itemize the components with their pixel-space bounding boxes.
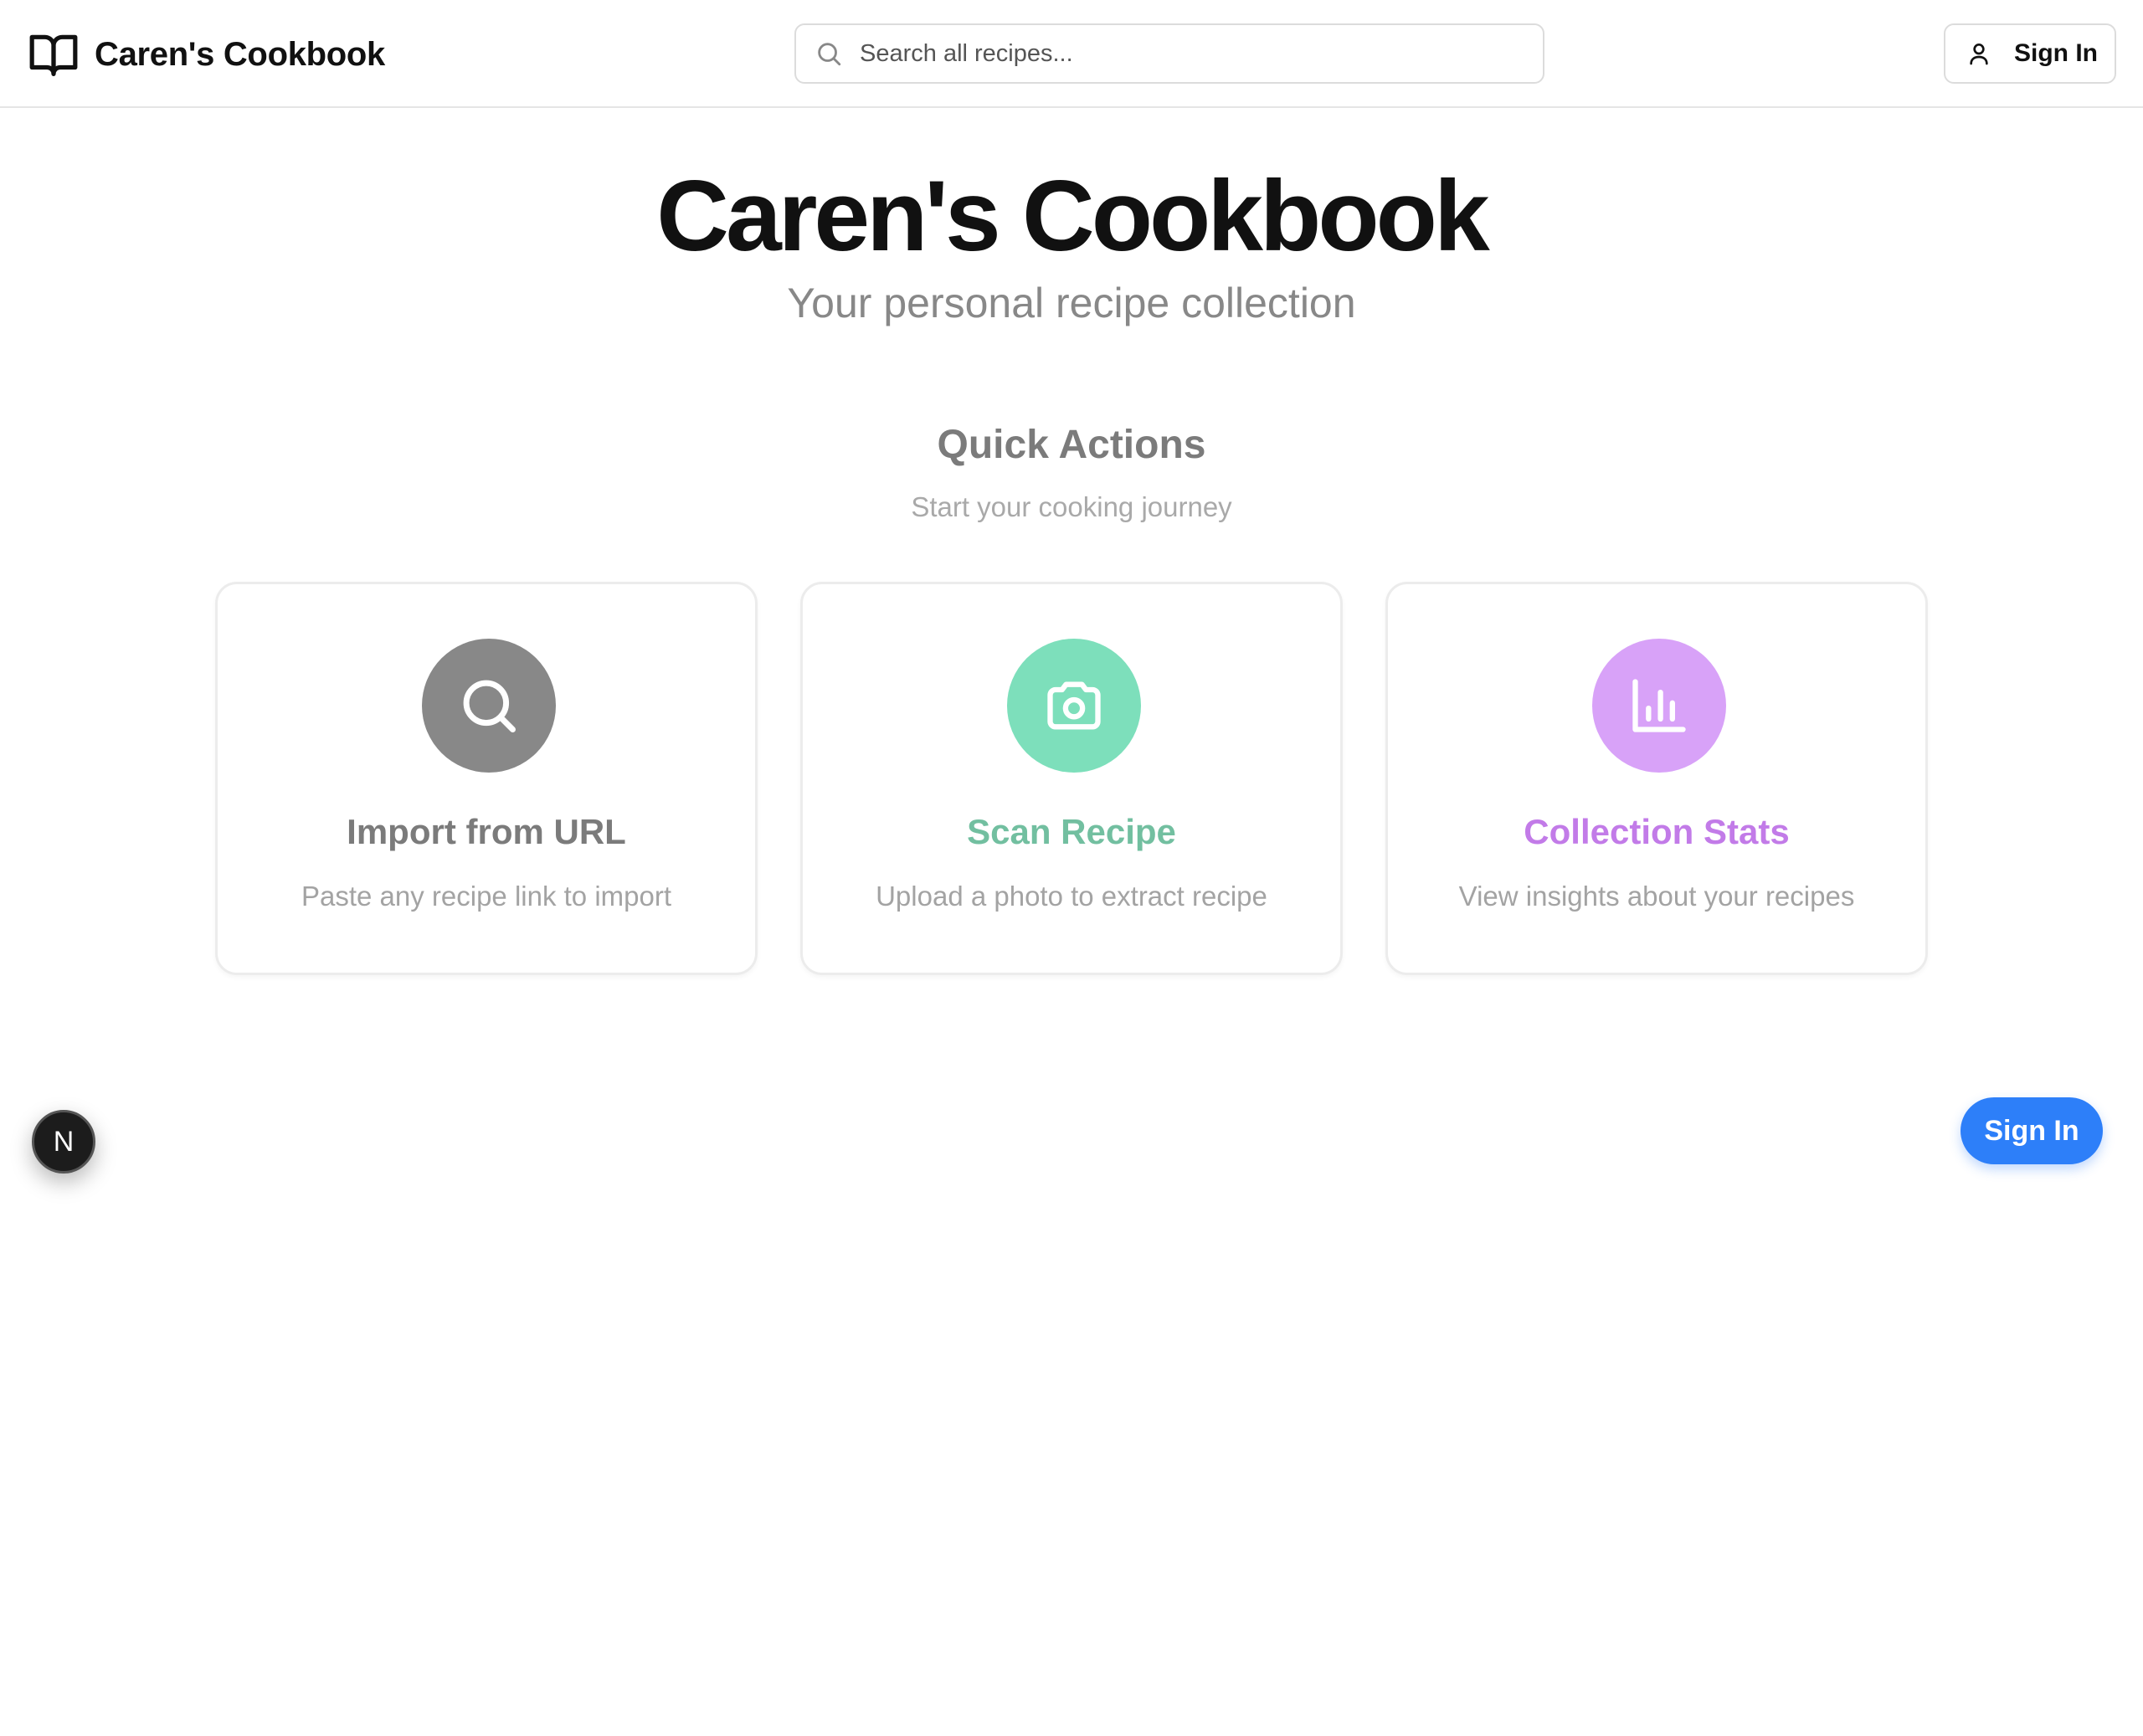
page-title: Caren's Cookbook [656, 160, 1489, 272]
scan-icon-circle [1007, 639, 1141, 773]
card-title: Collection Stats [1524, 812, 1790, 851]
brand-name: Caren's Cookbook [95, 35, 385, 73]
search-icon [818, 43, 841, 66]
dev-tools-badge[interactable]: N [32, 1110, 95, 1174]
import-from-url-card[interactable]: Import from URL Paste any recipe link to… [215, 582, 758, 975]
card-description: Upload a photo to extract recipe [876, 881, 1267, 912]
quick-actions-heading: Quick Actions [937, 423, 1206, 467]
user-icon [1970, 44, 1988, 65]
card-description: View insights about your recipes [1458, 881, 1855, 912]
top-nav-bar: Caren's Cookbook Sign In [0, 0, 2143, 108]
card-description: Paste any recipe link to import [301, 881, 672, 912]
sign-in-label: Sign In [2014, 39, 2098, 67]
camera-icon [1047, 681, 1101, 730]
search-input[interactable] [860, 39, 1496, 68]
scan-recipe-card[interactable]: Scan Recipe Upload a photo to extract re… [800, 582, 1343, 975]
brand[interactable]: Caren's Cookbook [28, 28, 385, 80]
sign-in-button[interactable]: Sign In [1944, 23, 2116, 84]
card-title: Import from URL [347, 812, 626, 851]
page-subtitle: Your personal recipe collection [787, 280, 1356, 326]
search-bar[interactable] [794, 23, 1544, 84]
quick-actions-subheading: Start your cooking journey [911, 491, 1232, 522]
collection-stats-card[interactable]: Collection Stats View insights about you… [1385, 582, 1928, 975]
open-book-icon [29, 34, 78, 76]
import-icon-circle [422, 639, 556, 773]
bar-chart-icon [1632, 679, 1686, 732]
floating-sign-in-button[interactable]: Sign In [1961, 1097, 2103, 1164]
stats-icon-circle [1592, 639, 1726, 773]
card-title: Scan Recipe [967, 812, 1176, 851]
search-icon [463, 680, 516, 732]
